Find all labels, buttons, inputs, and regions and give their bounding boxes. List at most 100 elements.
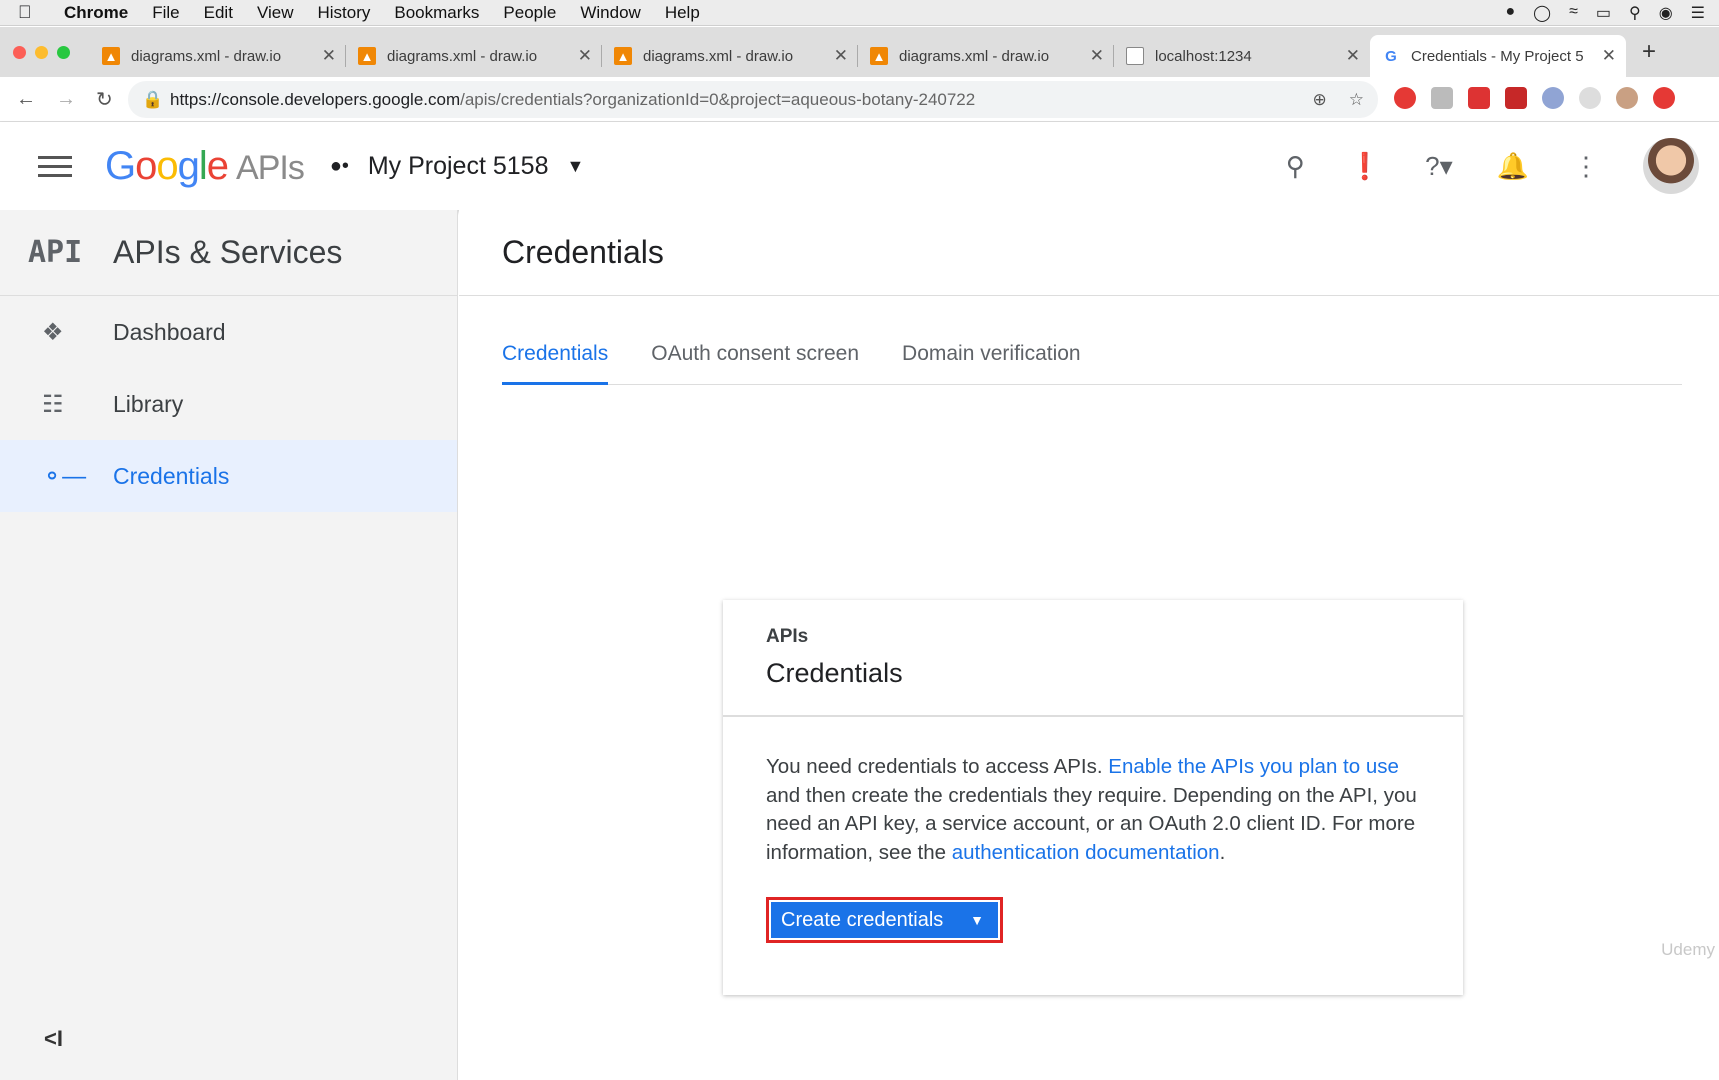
key-icon: ⚬—	[42, 462, 87, 490]
browser-tab[interactable]: ▲ diagrams.xml - draw.io ✕	[602, 35, 858, 77]
profile-avatar[interactable]	[1616, 87, 1638, 109]
tab-oauth-consent-screen[interactable]: OAuth consent screen	[651, 330, 859, 385]
card-description: You need credentials to access APIs. Ena…	[723, 717, 1463, 867]
tab-strip: ▲ diagrams.xml - draw.io ✕ ▲ diagrams.xml -…	[0, 27, 1719, 77]
menu-history[interactable]: History	[317, 3, 370, 23]
drawio-icon: ▲	[358, 47, 376, 65]
window-controls	[13, 45, 70, 59]
wifi-icon[interactable]: ≈	[1569, 3, 1578, 23]
sidebar-header: API APIs & Services	[0, 210, 457, 296]
card-text: .	[1219, 840, 1226, 864]
menu-help[interactable]: Help	[665, 3, 700, 23]
extension-icon[interactable]	[1468, 87, 1490, 109]
address-bar[interactable]: 🔒 https://console.developers.google.com /…	[128, 81, 1378, 118]
library-icon: ☷	[42, 390, 64, 418]
tab-title: diagrams.xml - draw.io	[131, 47, 282, 65]
reload-icon[interactable]: ↻	[96, 87, 120, 112]
menu-edit[interactable]: Edit	[204, 3, 233, 23]
google-logo: Google	[105, 143, 229, 188]
sidebar-item-credentials[interactable]: ⚬— Credentials	[0, 440, 457, 512]
menu-icon[interactable]	[38, 150, 72, 183]
minimize-window-icon[interactable]	[35, 45, 48, 59]
google-icon: G	[1385, 47, 1397, 65]
chevron-down-icon: ▼	[970, 912, 984, 928]
sidebar: API APIs & Services ❖ Dashboard ☷ Librar…	[0, 210, 458, 1080]
header-actions: ⚲ ❗ ?▾ 🔔 ⋮	[1286, 138, 1699, 194]
close-icon[interactable]: ✕	[322, 46, 336, 66]
tab-title: localhost:1234	[1155, 47, 1252, 65]
browser-tab[interactable]: ▲ diagrams.xml - draw.io ✕	[346, 35, 602, 77]
extension-icon[interactable]	[1579, 87, 1601, 109]
lock-icon[interactable]: 🔒	[142, 90, 163, 110]
siri-icon[interactable]: ◉	[1659, 3, 1673, 23]
apple-icon[interactable]: 	[18, 2, 48, 23]
css-extension-icon[interactable]	[1431, 87, 1453, 109]
close-icon[interactable]: ✕	[1090, 46, 1104, 66]
page-icon	[1126, 47, 1144, 65]
tab-domain-verification[interactable]: Domain verification	[902, 330, 1081, 385]
new-tab-icon[interactable]: +	[1642, 38, 1656, 66]
menu-view[interactable]: View	[257, 3, 294, 23]
bell-icon[interactable]: 🔔	[1497, 151, 1529, 182]
sidebar-item-library[interactable]: ☷ Library	[0, 368, 457, 440]
close-icon[interactable]: ✕	[578, 46, 592, 66]
auth-docs-link[interactable]: authentication documentation	[952, 841, 1220, 864]
glasses-icon[interactable]: ◯	[1533, 3, 1551, 23]
extension-icon[interactable]	[1542, 87, 1564, 109]
highlight-box: Create credentials ▼	[766, 897, 1003, 943]
url-host: https://console.developers.google.com	[170, 89, 461, 109]
search-icon[interactable]: ⚲	[1286, 151, 1305, 182]
url-path: /apis/credentials?organizationId=0&proje…	[460, 89, 976, 109]
notification-center-icon[interactable]: ☰	[1691, 3, 1705, 23]
alert-icon[interactable]: ❗	[1349, 151, 1381, 182]
udemy-watermark: Udemy	[1661, 940, 1715, 959]
close-window-icon[interactable]	[13, 45, 26, 59]
menu-window[interactable]: Window	[580, 3, 640, 23]
sidebar-item-dashboard[interactable]: ❖ Dashboard	[0, 296, 457, 368]
battery-icon[interactable]: ▭	[1596, 3, 1611, 23]
enable-apis-link[interactable]: Enable the APIs you plan to use	[1108, 755, 1399, 778]
project-name: My Project 5158	[367, 151, 549, 180]
menu-bookmarks[interactable]: Bookmarks	[394, 3, 479, 23]
zoom-icon[interactable]: ⊕	[1313, 90, 1327, 110]
zoom-window-icon[interactable]	[57, 45, 70, 59]
menu-file[interactable]: File	[152, 3, 179, 23]
sidebar-item-label: Library	[113, 390, 184, 417]
forward-icon[interactable]: →	[56, 88, 80, 111]
collapse-sidebar-icon[interactable]: <I	[44, 1026, 63, 1052]
extension-icon[interactable]	[1505, 87, 1527, 109]
browser-tab-active[interactable]: G Credentials - My Project 5 ✕	[1370, 35, 1626, 77]
browser-tab[interactable]: ▲ diagrams.xml - draw.io ✕	[90, 35, 346, 77]
browser-tab[interactable]: localhost:1234 ✕	[1114, 35, 1370, 77]
browser-toolbar: ← → ↻ 🔒 https://console.developers.googl…	[0, 77, 1719, 122]
google-apis-logo[interactable]: Google APIs	[105, 143, 305, 189]
star-icon[interactable]: ☆	[1349, 90, 1364, 110]
avatar[interactable]	[1643, 138, 1699, 194]
close-icon[interactable]: ✕	[1346, 46, 1360, 66]
menu-app[interactable]: Chrome	[64, 3, 128, 23]
project-icon: ●•	[329, 154, 349, 177]
drawio-icon: ▲	[102, 47, 120, 65]
tab-credentials[interactable]: Credentials	[502, 330, 609, 385]
spotlight-icon[interactable]: ⚲	[1629, 3, 1641, 23]
drawio-icon: ▲	[614, 47, 632, 65]
menu-people[interactable]: People	[503, 3, 556, 23]
project-selector[interactable]: ●• My Project 5158 ▼	[330, 152, 584, 181]
tab-bar: Credentials OAuth consent screen Domain …	[502, 330, 1682, 385]
page-title: Credentials	[459, 210, 1719, 296]
close-icon[interactable]: ✕	[1602, 46, 1616, 66]
help-icon[interactable]: ?▾	[1425, 151, 1453, 182]
card-subtitle: APIs	[766, 626, 809, 647]
credentials-card: APIs Credentials You need credentials to…	[723, 600, 1463, 995]
close-icon[interactable]: ✕	[834, 46, 848, 66]
back-icon[interactable]: ←	[16, 88, 40, 111]
extension-icon[interactable]	[1394, 87, 1416, 109]
more-vert-icon[interactable]: ⋮	[1573, 151, 1599, 182]
create-credentials-button[interactable]: Create credentials ▼	[771, 902, 998, 938]
tab-title: diagrams.xml - draw.io	[643, 47, 794, 65]
browser-tab[interactable]: ▲ diagrams.xml - draw.io ✕	[858, 35, 1114, 77]
apis-logo-suffix: APIs	[236, 148, 305, 187]
drawio-icon: ▲	[870, 47, 888, 65]
update-icon[interactable]	[1653, 87, 1675, 109]
recording-icon[interactable]: ●	[1505, 3, 1515, 23]
